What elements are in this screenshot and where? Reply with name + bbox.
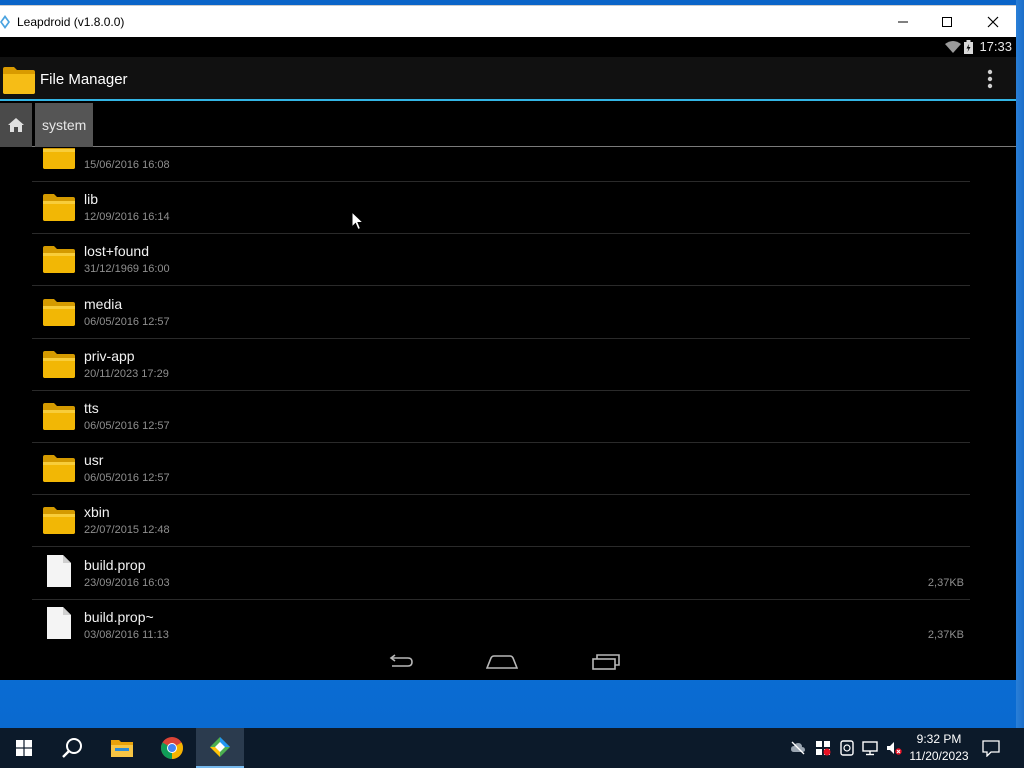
folder-icon — [43, 455, 75, 483]
file-date: 06/05/2016 12:57 — [84, 420, 170, 432]
list-item[interactable]: xbin 22/07/2015 12:48 — [32, 495, 970, 548]
file-icon — [47, 606, 71, 639]
folder-icon — [43, 194, 75, 222]
clock-time: 9:32 PM — [916, 732, 962, 746]
home-icon — [8, 118, 24, 132]
search-icon — [62, 738, 82, 758]
window-title: Leapdroid (v1.8.0.0) — [17, 15, 125, 29]
list-item[interactable]: lib 12/09/2016 16:14 — [32, 182, 970, 235]
app-logo-icon — [0, 15, 10, 29]
home-nav-button[interactable] — [482, 650, 522, 674]
list-item[interactable]: lost+found 31/12/1969 16:00 — [32, 234, 970, 287]
taskbar-clock[interactable]: 9:32 PM 11/20/2023 — [904, 731, 974, 765]
list-item[interactable]: 15/06/2016 16:08 — [32, 148, 970, 182]
file-name: xbin — [84, 504, 110, 521]
chrome-icon — [161, 737, 183, 759]
file-date: 22/07/2015 12:48 — [84, 524, 170, 537]
clock-date: 11/20/2023 — [909, 749, 969, 763]
file-date: 03/08/2016 11:13 — [84, 628, 169, 641]
leapdroid-taskbar-button[interactable] — [196, 728, 244, 768]
file-date: 23/09/2016 16:03 — [84, 576, 170, 589]
file-size: 2,37KB — [927, 576, 964, 589]
back-icon — [389, 654, 413, 667]
folder-icon — [43, 246, 75, 274]
file-explorer-icon — [111, 740, 133, 757]
status-bar: 17:33 — [0, 37, 1016, 57]
volume-muted-icon[interactable] — [886, 740, 902, 756]
list-item[interactable]: priv-app 20/11/2023 17:29 — [32, 339, 970, 391]
file-name: usr — [84, 452, 104, 469]
file-name: lib — [84, 191, 99, 208]
folder-icon — [43, 403, 75, 430]
android-nav-bar — [0, 642, 1016, 680]
breadcrumb-system[interactable]: system — [35, 103, 94, 147]
close-icon — [987, 16, 999, 28]
folder-icon — [3, 67, 35, 94]
list-item[interactable]: usr 06/05/2016 12:57 — [32, 443, 970, 496]
list-item[interactable]: tts 06/05/2016 12:57 — [32, 391, 970, 443]
app-title: File Manager — [40, 71, 128, 88]
list-item[interactable]: build.prop~ 03/08/2016 11:13 2,37KB — [32, 600, 970, 642]
minimize-button[interactable] — [880, 6, 926, 38]
windows-taskbar: 9:32 PM 11/20/2023 — [0, 728, 1024, 768]
recents-icon — [592, 654, 620, 670]
file-name: build.prop — [84, 556, 146, 573]
file-date: 12/09/2016 16:14 — [84, 211, 170, 224]
battery-icon — [964, 40, 973, 54]
network-icon[interactable] — [862, 740, 878, 756]
file-date: 06/05/2016 12:57 — [84, 315, 170, 328]
cloud-offline-icon[interactable] — [790, 740, 806, 756]
maximize-icon — [942, 17, 952, 27]
list-item[interactable]: media 06/05/2016 12:57 — [32, 287, 970, 339]
file-name: priv-app — [84, 347, 135, 364]
notification-icon[interactable] — [982, 739, 1000, 757]
file-date: 20/11/2023 17:29 — [84, 367, 169, 380]
file-icon — [47, 554, 71, 587]
search-button[interactable] — [48, 728, 96, 768]
folder-icon — [43, 350, 75, 378]
file-name: lost+found — [84, 243, 149, 260]
mouse-cursor — [351, 211, 365, 231]
leapdroid-icon — [210, 737, 230, 757]
breadcrumb: system — [0, 103, 1016, 147]
maximize-button[interactable] — [924, 6, 970, 38]
home-nav-icon — [486, 655, 518, 669]
recents-button[interactable] — [586, 650, 626, 674]
close-button[interactable] — [970, 6, 1016, 38]
file-list[interactable]: 15/06/2016 16:08 lib 12/09/2016 16:14 lost+… — [0, 148, 1016, 642]
folder-icon — [43, 507, 75, 535]
wifi-icon — [945, 41, 961, 53]
file-name: tts — [84, 400, 99, 416]
desktop-edge — [1016, 0, 1024, 728]
overflow-menu-icon[interactable] — [980, 67, 1000, 91]
action-bar: File Manager — [0, 57, 1016, 101]
file-date: 15/06/2016 16:08 — [84, 159, 170, 171]
device-icon[interactable] — [839, 740, 855, 756]
windows-start-icon — [16, 740, 32, 756]
file-name: media — [84, 295, 123, 312]
folder-icon — [43, 148, 75, 169]
chrome-button[interactable] — [148, 728, 196, 768]
list-item[interactable]: build.prop 23/09/2016 16:03 2,37KB — [32, 548, 970, 600]
file-date: 06/05/2016 12:57 — [84, 472, 170, 485]
android-screen: 17:33 File Manager system 15/06/2016 16: — [0, 37, 1016, 680]
window-titlebar[interactable]: Leapdroid (v1.8.0.0) — [0, 5, 1016, 37]
status-time: 17:33 — [979, 39, 1012, 54]
file-explorer-button[interactable] — [98, 728, 146, 768]
back-button[interactable] — [380, 650, 420, 674]
file-date: 31/12/1969 16:00 — [84, 263, 170, 276]
file-name: build.prop~ — [84, 608, 154, 625]
minimize-icon — [898, 21, 908, 23]
security-icon[interactable] — [815, 740, 831, 756]
emulator-window: Leapdroid (v1.8.0.0) 17:33 File Manager … — [0, 5, 1016, 680]
breadcrumb-home[interactable] — [0, 103, 32, 147]
file-size: 2,37KB — [927, 628, 964, 641]
start-button[interactable] — [0, 728, 48, 768]
folder-icon — [43, 298, 75, 326]
